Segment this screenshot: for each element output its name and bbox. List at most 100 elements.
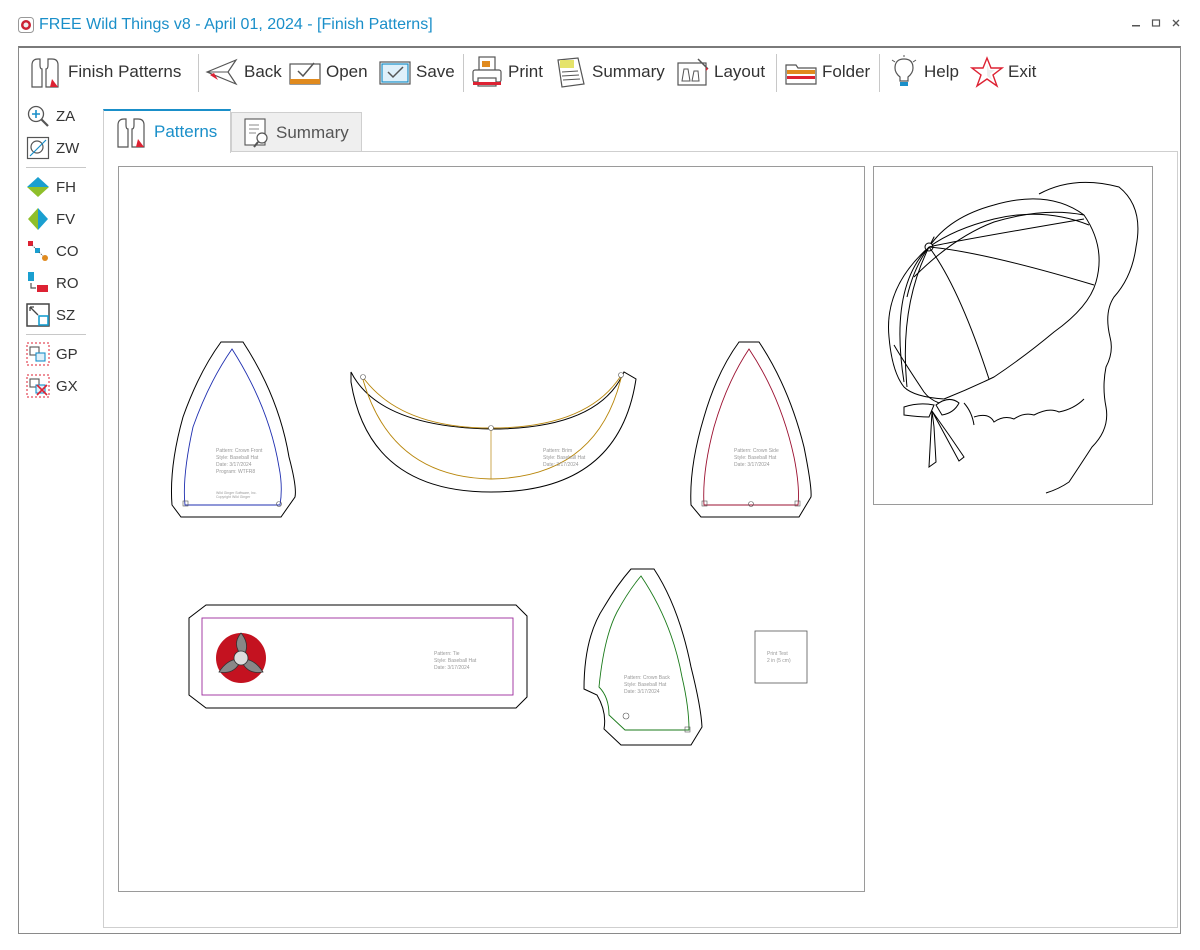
print-button[interactable]: Print bbox=[470, 54, 543, 90]
toolbar-divider bbox=[776, 54, 777, 92]
open-button[interactable]: Open bbox=[288, 54, 368, 90]
zoom-all-label: ZA bbox=[56, 107, 76, 125]
brim-text: Pattern: Brim bbox=[543, 448, 572, 454]
back-button[interactable]: Back bbox=[204, 54, 282, 90]
summary-tab-icon bbox=[244, 117, 268, 148]
minimize-icon[interactable] bbox=[1126, 14, 1146, 34]
crown-back-piece[interactable]: Pattern: Crown Back Style: Baseball Hat … bbox=[583, 568, 703, 746]
save-label: Save bbox=[416, 62, 455, 81]
hat-preview-panel bbox=[873, 166, 1153, 505]
crown-side-text: Pattern: Crown Side bbox=[734, 448, 779, 454]
sidebar-divider bbox=[26, 334, 86, 335]
tab-patterns-label: Patterns bbox=[154, 122, 218, 141]
ungroup-icon bbox=[26, 374, 50, 398]
ungroup-button[interactable]: GX bbox=[26, 372, 88, 400]
help-button[interactable]: Help bbox=[888, 54, 959, 90]
zoom-all-icon bbox=[27, 105, 49, 127]
sidebar-divider bbox=[26, 167, 86, 168]
save-button[interactable]: Save bbox=[378, 54, 455, 90]
open-icon bbox=[289, 62, 321, 85]
crown-front-date: Date: 3/17/2024 bbox=[216, 462, 252, 468]
print-test-size: 2 in (5 cm) bbox=[767, 658, 791, 664]
exit-button[interactable]: Exit bbox=[970, 54, 1036, 90]
print-label: Print bbox=[508, 62, 543, 81]
finish-patterns-button[interactable]: Finish Patterns bbox=[28, 54, 181, 90]
folder-button[interactable]: Folder bbox=[784, 54, 870, 90]
lightbulb-icon bbox=[891, 55, 917, 86]
patterns-tab-icon bbox=[117, 118, 145, 148]
tab-patterns[interactable]: Patterns bbox=[103, 109, 231, 153]
flip-vertical-label: FV bbox=[56, 210, 76, 228]
ungroup-label: GX bbox=[56, 377, 78, 395]
crown-front-piece[interactable]: Pattern: Crown Front Style: Baseball Hat… bbox=[170, 341, 296, 518]
zoom-window-label: ZW bbox=[56, 139, 80, 157]
finish-patterns-icon bbox=[31, 58, 59, 88]
print-test-square[interactable]: Print Test 2 in (5 cm) bbox=[754, 630, 808, 684]
title-bar: FREE Wild Things v8 - April 01, 2024 - [… bbox=[0, 0, 1200, 46]
main-toolbar: Finish Patterns Back Open Save Print Sum… bbox=[22, 50, 1172, 96]
exit-label: Exit bbox=[1008, 62, 1037, 81]
crown-back-date: Date: 3/17/2024 bbox=[624, 689, 660, 695]
toolbar-divider bbox=[463, 54, 464, 92]
toolbar-divider bbox=[879, 54, 880, 92]
tie-piece[interactable]: Pattern: Tie Style: Baseball Hat Date: 3… bbox=[188, 604, 528, 709]
back-arrow-icon bbox=[205, 58, 238, 86]
crown-front-style: Style: Baseball Hat bbox=[216, 455, 259, 461]
folder-icon bbox=[785, 64, 817, 85]
back-label: Back bbox=[244, 62, 282, 81]
toolbar-divider bbox=[198, 54, 199, 92]
summary-label: Summary bbox=[592, 62, 665, 81]
tools-sidebar: ZA ZW FH FV CO RO SZ GP GX bbox=[24, 100, 90, 420]
copy-label: CO bbox=[56, 242, 79, 260]
rotate-button[interactable]: RO bbox=[26, 269, 88, 297]
hat-illustration bbox=[888, 181, 1139, 494]
crown-side-piece[interactable]: Pattern: Crown Side Style: Baseball Hat … bbox=[690, 341, 812, 518]
layout-icon bbox=[677, 58, 709, 86]
crown-front-text: Pattern: Crown Front bbox=[216, 448, 263, 454]
close-icon[interactable] bbox=[1166, 14, 1186, 34]
tie-text: Pattern: Tie bbox=[434, 651, 460, 657]
copy-button[interactable]: CO bbox=[26, 237, 88, 265]
group-label: GP bbox=[56, 345, 78, 363]
summary-button[interactable]: Summary bbox=[554, 54, 665, 90]
tie-style: Style: Baseball Hat bbox=[434, 658, 477, 664]
zoom-window-icon bbox=[26, 136, 50, 160]
rotate-icon bbox=[28, 272, 48, 292]
printer-icon bbox=[472, 56, 502, 87]
size-icon bbox=[26, 303, 50, 327]
folder-label: Folder bbox=[822, 62, 871, 81]
flip-vertical-icon bbox=[28, 208, 48, 230]
brim-date: Date: 3/17/2024 bbox=[543, 462, 579, 468]
wild-ginger-logo bbox=[216, 632, 266, 683]
brim-piece[interactable]: Pattern: Brim Style: Baseball Hat Date: … bbox=[350, 371, 637, 493]
tab-summary-label: Summary bbox=[276, 122, 349, 142]
crown-back-text: Pattern: Crown Back bbox=[624, 675, 670, 681]
group-icon bbox=[26, 342, 50, 366]
crown-side-date: Date: 3/17/2024 bbox=[734, 462, 770, 468]
save-icon bbox=[379, 61, 411, 85]
flip-horizontal-button[interactable]: FH bbox=[26, 173, 88, 201]
copy-icon bbox=[28, 241, 48, 261]
zoom-all-button[interactable]: ZA bbox=[26, 102, 88, 130]
layout-button[interactable]: Layout bbox=[676, 54, 765, 90]
star-icon bbox=[970, 56, 1004, 88]
window-title: FREE Wild Things v8 - April 01, 2024 - [… bbox=[39, 16, 433, 33]
zoom-window-button[interactable]: ZW bbox=[26, 134, 88, 162]
tie-date: Date: 3/17/2024 bbox=[434, 665, 470, 671]
crown-front-program: Program: WTFR8 bbox=[216, 469, 255, 475]
app-logo-icon bbox=[18, 17, 34, 33]
flip-horizontal-label: FH bbox=[56, 178, 76, 196]
crown-side-style: Style: Baseball Hat bbox=[734, 455, 777, 461]
crown-back-style: Style: Baseball Hat bbox=[624, 682, 667, 688]
size-button[interactable]: SZ bbox=[26, 301, 88, 329]
group-button[interactable]: GP bbox=[26, 340, 88, 368]
size-label: SZ bbox=[56, 306, 76, 324]
tab-summary[interactable]: Summary bbox=[231, 112, 362, 152]
crown-front-copyright: Copyright Wild Ginger bbox=[216, 495, 251, 499]
flip-vertical-button[interactable]: FV bbox=[26, 205, 88, 233]
layout-label: Layout bbox=[714, 62, 766, 81]
open-label: Open bbox=[326, 62, 368, 81]
maximize-icon[interactable] bbox=[1146, 14, 1166, 34]
help-label: Help bbox=[924, 62, 959, 81]
pattern-layout-canvas[interactable]: Pattern: Crown Front Style: Baseball Hat… bbox=[118, 166, 865, 892]
